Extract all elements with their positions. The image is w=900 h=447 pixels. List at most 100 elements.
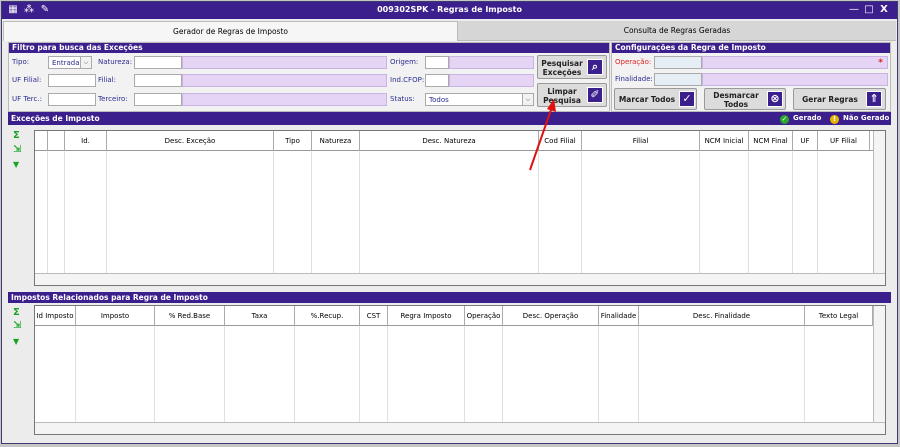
grid-line [359,151,360,273]
sum-icon[interactable]: Σ [13,130,20,142]
col-natureza[interactable]: Natureza [312,131,360,151]
impostos-vscroll[interactable] [873,306,885,422]
close-button[interactable]: X [878,4,890,16]
col-finalidade[interactable]: Finalidade [599,306,639,326]
minimize-button[interactable]: — [848,4,860,16]
uf-terc-input[interactable] [48,93,96,106]
col-desc-excecao[interactable]: Desc. Exceção [107,131,274,151]
pesquisar-line2: Exceções [542,68,582,77]
grid-line [804,326,805,422]
uf-filial-label: UF Filial: [12,76,42,84]
uf-filial-input[interactable] [48,74,96,87]
operacao-label: Operação: [615,58,652,66]
config-title: Configurações da Regra de Imposto [612,43,890,53]
impostos-hscroll[interactable] [35,422,885,434]
col-ncm-final[interactable]: NCM Final [749,131,793,151]
config-panel: Configurações da Regra de Imposto Operaç… [611,42,891,112]
terceiro-code-input[interactable] [134,93,182,106]
gerar-regras-button[interactable]: Gerar Regras ⇑ [793,88,886,110]
legend-nao-gerado: ! Não Gerado [830,113,889,124]
arrow-head [547,99,556,112]
col-tipo[interactable]: Tipo [274,131,312,151]
main-window: ▦ ⁂ ✎ 009302SPK - Regras de Imposto — □ … [1,1,898,444]
col-red-base[interactable]: % Red.Base [155,306,225,326]
impostos-grid: Id Imposto Imposto % Red.Base Taxa %.Rec… [34,305,886,435]
pesquisar-excecoes-button[interactable]: Pesquisar Exceções ⌕ [537,55,607,79]
col-desc-finalidade[interactable]: Desc. Finalidade [639,306,805,326]
origem-label: Origem: [390,58,419,66]
filter-down-icon[interactable]: ▼ [13,159,19,171]
grid-line [273,151,274,273]
filial-code-input[interactable] [134,74,182,87]
col-taxa[interactable]: Taxa [225,306,295,326]
chevron-down-icon[interactable]: ⌵ [80,57,91,68]
grid-line [748,151,749,273]
grid-line [598,326,599,422]
grid-line [502,326,503,422]
excecoes-header: Exceções de Imposto ✓ Gerado ! Não Gerado [8,112,891,125]
marcar-todos-label: Marcar Todos [618,95,676,104]
desmarcar-line2: Todos [723,100,749,109]
col-status[interactable] [48,131,65,151]
col-filial[interactable]: Filial [582,131,700,151]
tipo-label: Tipo: [12,58,30,66]
desmarcar-todos-button[interactable]: Desmarcar Todos ⊗ [704,88,786,110]
tab-consulta[interactable]: Consulta de Regras Geradas [458,21,896,41]
finalidade-label: Finalidade: [615,75,653,83]
natureza-code-input[interactable] [134,56,182,69]
tab-gerador[interactable]: Gerador de Regras de Imposto [3,21,458,41]
terceiro-desc-field [182,93,387,106]
col-id[interactable]: Id. [65,131,107,151]
cancel-circle-icon: ⊗ [767,91,783,107]
grid-line [638,326,639,422]
legend-gerado: ✓ Gerado [780,113,822,124]
excecoes-vscroll[interactable] [873,131,885,273]
origem-code-input[interactable] [425,56,449,69]
col-cst[interactable]: CST [360,306,388,326]
col-texto-legal[interactable]: Texto Legal [805,306,873,326]
filter-down-icon[interactable]: ▼ [13,336,19,348]
col-ncm-inicial[interactable]: NCM Inicial [700,131,749,151]
col-desc-natureza[interactable]: Desc. Natureza [360,131,539,151]
grid-line [359,326,360,422]
col-recup[interactable]: %.Recup. [295,306,360,326]
filter-title: Filtro para busca das Exceções [9,43,609,53]
col-regra-imposto[interactable]: Regra Imposto [388,306,465,326]
impostos-header: Impostos Relacionados para Regra de Impo… [8,292,891,303]
col-id-imposto[interactable]: Id Imposto [35,306,76,326]
status-select[interactable]: Todos ⌵ [425,93,534,106]
marcar-todos-button[interactable]: Marcar Todos ✓ [614,88,697,110]
operacao-code-input[interactable] [654,56,702,69]
pesquisar-line1: Pesquisar [541,59,583,68]
required-asterisk: * [878,58,883,68]
natureza-label: Natureza: [98,58,133,66]
col-uf-filial[interactable]: UF Filial [818,131,870,151]
finalidade-desc-field [702,73,888,86]
export-icon[interactable]: ⇲ [13,320,21,332]
tab-strip: Gerador de Regras de Imposto Consulta de… [3,21,896,41]
col-desc-operacao[interactable]: Desc. Operação [503,306,599,326]
natureza-desc-field [182,56,387,69]
maximize-button[interactable]: □ [863,4,875,16]
origem-desc-field [449,56,534,69]
ind-cfop-code-input[interactable] [425,74,449,87]
filial-label: Filial: [98,76,116,84]
impostos-header-row: Id Imposto Imposto % Red.Base Taxa %.Rec… [35,306,873,326]
col-select[interactable] [35,131,48,151]
excecoes-grid: Id. Desc. Exceção Tipo Natureza Desc. Na… [34,130,886,286]
warning-icon: ! [830,115,839,124]
grid-line [294,326,295,422]
ind-cfop-desc-field [449,74,534,87]
export-icon[interactable]: ⇲ [13,144,21,156]
col-imposto[interactable]: Imposto [76,306,155,326]
filial-desc-field [182,74,387,87]
arrow-shaft [529,106,553,171]
col-operacao[interactable]: Operação [465,306,503,326]
grid-line [224,326,225,422]
excecoes-title: Exceções de Imposto [11,114,100,123]
col-uf[interactable]: UF [793,131,818,151]
excecoes-hscroll[interactable] [35,273,885,285]
tipo-select[interactable]: Entrada ⌵ [48,56,92,69]
sum-icon[interactable]: Σ [13,307,20,319]
finalidade-code-input[interactable] [654,73,702,86]
